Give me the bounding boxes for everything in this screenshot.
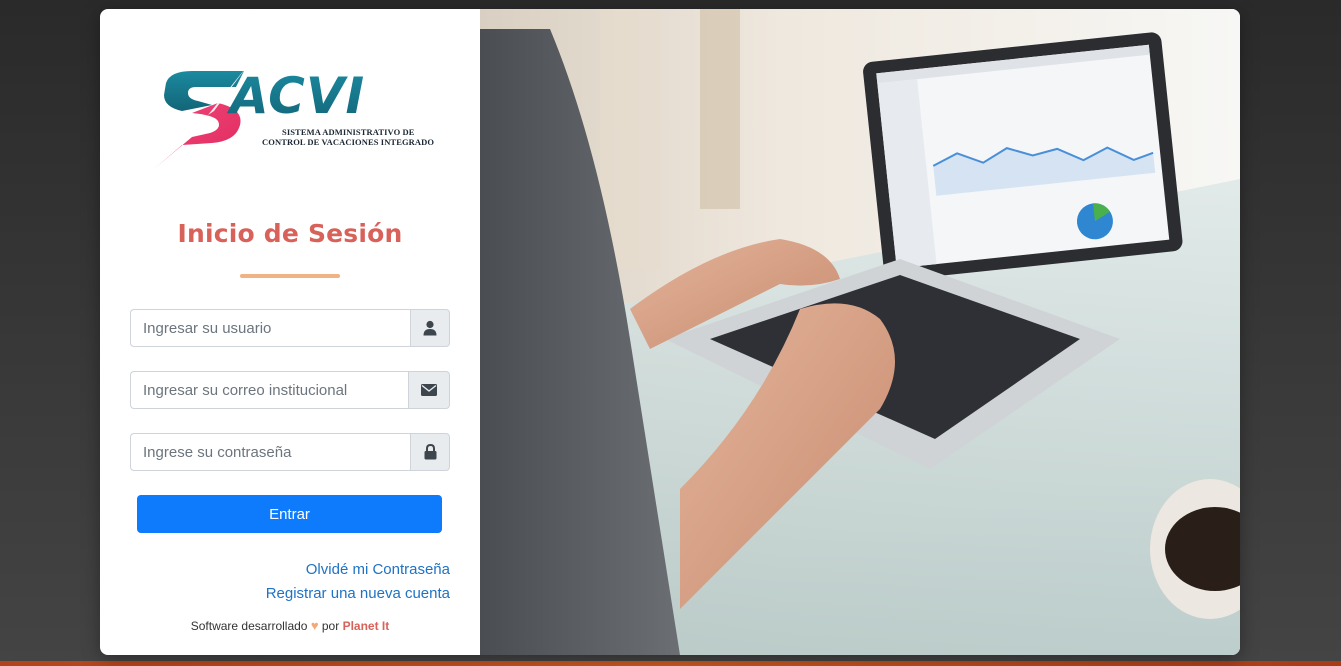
sacvi-logo: ACVI SISTEMA ADMINISTRATIVO DE CONTROL D… [152, 61, 434, 171]
logo-subtitle: SISTEMA ADMINISTRATIVO DE CONTROL DE VAC… [262, 127, 434, 147]
username-group [130, 309, 450, 347]
email-input[interactable] [130, 371, 408, 409]
login-card: ACVI SISTEMA ADMINISTRATIVO DE CONTROL D… [100, 9, 1240, 655]
svg-text:ACVI: ACVI [226, 67, 365, 125]
bottom-accent-strip [0, 661, 1341, 666]
forgot-password-link[interactable]: Olvidé mi Contraseña [306, 561, 450, 578]
logo-subtitle-line2: CONTROL DE VACACIONES INTEGRADO [262, 137, 435, 147]
password-input[interactable] [130, 433, 410, 471]
hero-photo [480, 9, 1240, 655]
title-underline [240, 274, 340, 278]
login-button[interactable]: Entrar [137, 495, 442, 533]
email-group [130, 371, 450, 409]
logo-subtitle-line1: SISTEMA ADMINISTRATIVO DE [282, 127, 415, 137]
footer-prefix: Software desarrollado [190, 619, 308, 633]
footer-brand: Planet It [342, 619, 390, 633]
heart-icon: ♥ [310, 618, 319, 633]
page-title: Inicio de Sesión [177, 219, 403, 248]
laptop-photo-illustration [480, 9, 1240, 655]
username-input[interactable] [130, 309, 410, 347]
password-group [130, 433, 450, 471]
user-icon [410, 309, 450, 347]
login-panel: ACVI SISTEMA ADMINISTRATIVO DE CONTROL D… [100, 9, 480, 655]
logo-graphic: ACVI [154, 65, 365, 169]
register-link[interactable]: Registrar una nueva cuenta [266, 585, 450, 602]
envelope-icon [408, 371, 450, 409]
footer-credit: Software desarrollado ♥ por Planet It [100, 618, 480, 633]
lock-icon [410, 433, 450, 471]
footer-middle: por [321, 619, 340, 633]
